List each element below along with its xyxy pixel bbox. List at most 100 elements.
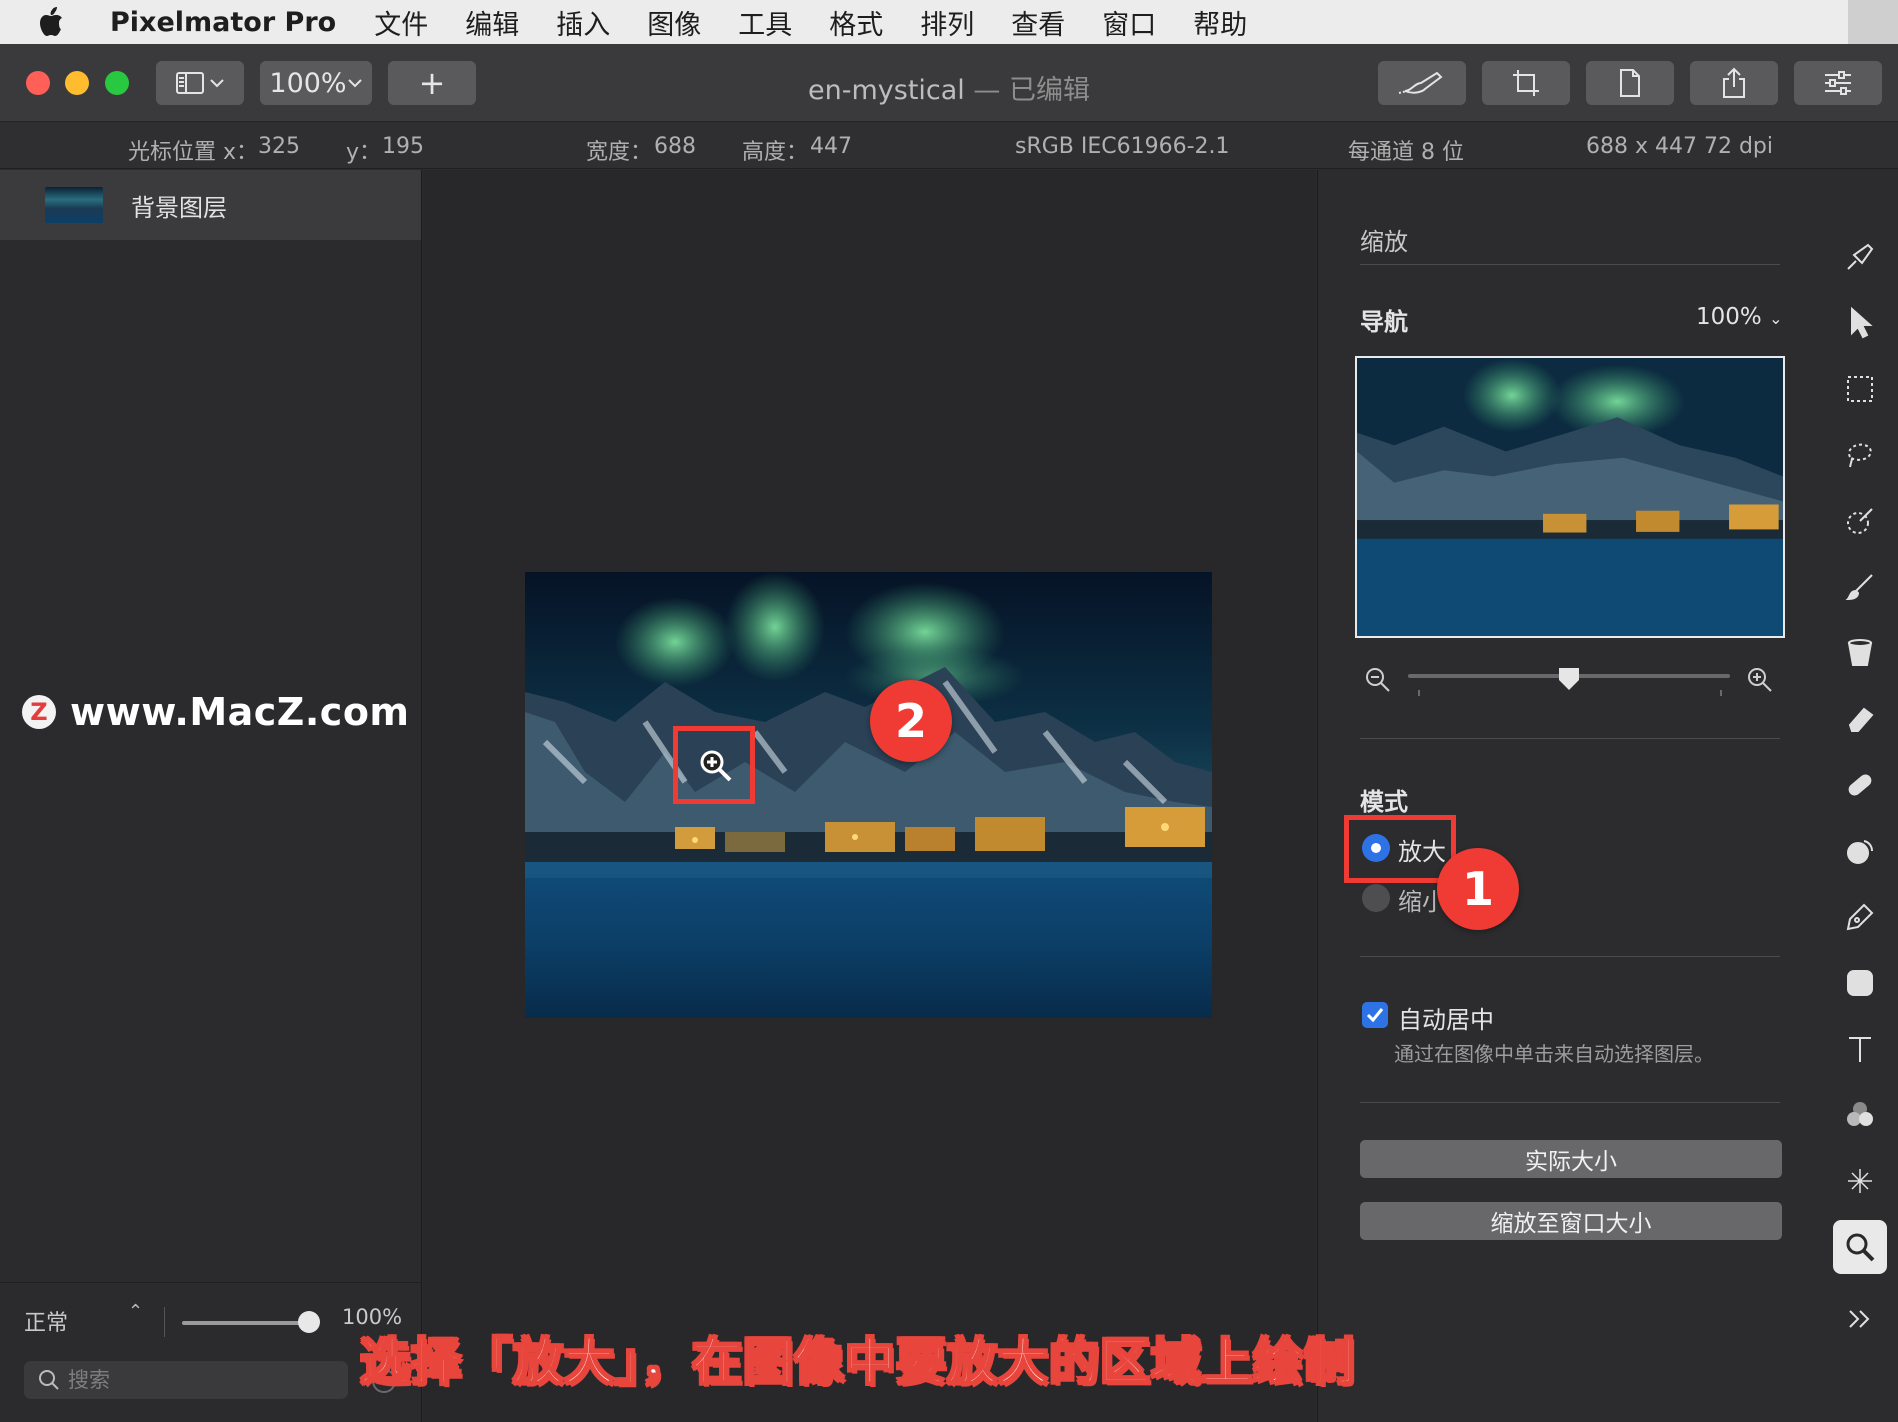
menu-window[interactable]: 窗口 [1102,3,1156,42]
selection-tool[interactable] [1833,362,1887,416]
zoom-out-radio[interactable] [1362,884,1390,912]
zoom-icon [1846,1233,1875,1262]
crop-icon [1513,70,1539,96]
chevron-down-icon: ⌄ [1769,309,1783,328]
menu-edit[interactable]: 编辑 [465,3,519,42]
navigation-zoom-dropdown[interactable]: 100% ⌄ [1696,304,1782,330]
adjustments-button[interactable] [1794,61,1882,105]
menu-app-name[interactable]: Pixelmator Pro [110,7,336,38]
zoom-cursor-icon [700,750,732,782]
toolbar: 100% + en-mystical — 已编辑 [0,44,1898,122]
selection-icon [1847,376,1873,402]
brush-icon [1845,574,1873,601]
more-tools[interactable] [1833,1292,1887,1346]
color-adjust-icon [1847,1102,1873,1126]
fill-tool[interactable] [1833,626,1887,680]
menu-image[interactable]: 图像 [647,3,701,42]
share-icon [1723,67,1745,98]
panel-title: 缩放 [1360,228,1408,256]
menu-insert[interactable]: 插入 [556,3,610,42]
height-label: 高度： [742,140,809,165]
effects-tool[interactable] [1833,824,1887,878]
opacity-slider[interactable] [182,1321,312,1325]
blend-mode-select[interactable]: 正常 [24,1305,68,1337]
pen-tool[interactable] [1833,890,1887,944]
auto-center-checkbox[interactable] [1362,1002,1388,1028]
divider [1360,956,1780,957]
layer-search[interactable] [24,1361,348,1399]
format-button[interactable] [1586,61,1674,105]
zoom-slider-handle[interactable] [1557,666,1581,692]
tutorial-caption: 选择「放大」，在图像中要放大的区域上绘制 [359,1332,1355,1392]
apple-icon[interactable] [38,5,94,39]
crop-button[interactable] [1482,61,1570,105]
menu-help[interactable]: 帮助 [1193,3,1247,42]
zoom-tool[interactable] [1833,1220,1887,1274]
navigation-zoom-value: 100% [1696,304,1762,330]
width-value: 688 [654,134,696,159]
eraser-tool[interactable] [1833,692,1887,746]
menu-arrange[interactable]: 排列 [920,3,974,42]
menu-file[interactable]: 文件 [374,3,428,42]
menu-tools[interactable]: 工具 [738,3,792,42]
watermark-logo: Z [22,695,56,729]
share-button[interactable] [1690,61,1778,105]
search-input[interactable] [68,1368,318,1392]
image-canvas[interactable] [525,572,1212,1018]
cursor-y-value: 195 [382,134,424,159]
lasso-tool[interactable] [1833,428,1887,482]
bit-depth: 每通道 8 位 [1348,140,1464,165]
shape-tool[interactable] [1833,956,1887,1010]
zoom-out-icon[interactable] [1364,666,1392,694]
paint-tool[interactable] [1833,230,1887,284]
layers-panel: 背景图层 Z www.MacZ.com 正常 ⌃ 100% [0,170,422,1422]
canvas-area[interactable]: 2 [423,170,1316,1422]
zoom-in-icon[interactable] [1746,666,1774,694]
arrange-icon [1851,307,1873,339]
checkmark-icon [1366,1008,1384,1023]
pen-icon [1846,903,1874,931]
annotation-step-2: 2 [870,680,952,762]
layer-name: 背景图层 [131,193,227,222]
zoom-tool-panel: 缩放 导航 100% ⌄ 模式 放大 缩小 1 自动居中 通过在图像中单击来自动… [1317,170,1820,1422]
distort-tool[interactable] [1833,1154,1887,1208]
navigation-label: 导航 [1360,308,1408,336]
double-chevron-right-icon [1849,1310,1870,1328]
paint-icon [1847,243,1874,270]
opacity-slider-handle[interactable] [298,1311,320,1333]
divider [1360,1102,1780,1103]
brush-stroke-icon [1398,71,1443,94]
document-name: en-mystical [808,75,965,106]
style-button[interactable] [1378,61,1466,105]
cursor-x-label: 光标位置 x： [128,140,259,165]
menu-format[interactable]: 格式 [829,3,883,42]
mode-label: 模式 [1360,788,1408,816]
auto-center-label[interactable]: 自动居中 [1398,1000,1494,1035]
watermark-text: www.MacZ.com [70,690,410,734]
text-tool[interactable] [1833,1022,1887,1076]
menu-view[interactable]: 查看 [1011,3,1065,42]
quick-select-tool[interactable] [1833,494,1887,548]
height-value: 447 [810,134,852,159]
slider-tick [1720,690,1722,696]
watermark: Z www.MacZ.com [22,690,410,734]
navigator-preview[interactable] [1355,356,1785,638]
distort-icon [1848,1169,1872,1193]
divider [1360,738,1780,739]
auto-center-description: 通过在图像中单击来自动选择图层。 [1394,1042,1714,1066]
color-profile: sRGB IEC61966-2.1 [1015,134,1230,159]
navigator-image [1357,358,1783,636]
fit-to-window-button[interactable]: 缩放至窗口大小 [1360,1202,1782,1240]
layer-row[interactable]: 背景图层 [0,170,421,240]
effects-icon [1847,840,1874,864]
arrange-tool[interactable] [1833,296,1887,350]
lasso-icon [1848,443,1872,468]
info-bar: 光标位置 x： 325 y： 195 宽度： 688 高度： 447 sRGB … [0,123,1898,169]
updown-chevron-icon[interactable]: ⌃ [128,1301,143,1322]
bandage-icon [1848,774,1872,796]
color-adjust-tool[interactable] [1833,1088,1887,1142]
actual-size-button[interactable]: 实际大小 [1360,1140,1782,1178]
repair-tool[interactable] [1833,758,1887,812]
brush-tool[interactable] [1833,560,1887,614]
aurora-landscape-image [525,572,1212,1018]
